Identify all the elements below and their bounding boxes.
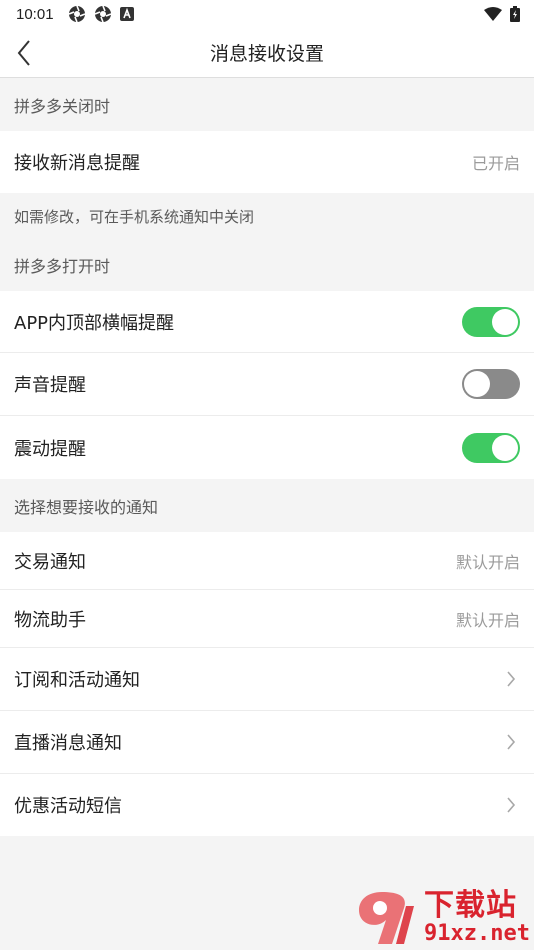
toggle-knob xyxy=(492,434,518,461)
watermark-logo-icon xyxy=(359,892,415,944)
row-trade-notify[interactable]: 交易通知 默认开启 xyxy=(0,532,534,590)
system-icons xyxy=(484,6,520,22)
row-label: 物流助手 xyxy=(14,609,86,631)
watermark: 下载站 91xz.net xyxy=(352,888,530,948)
row-label: 订阅和活动通知 xyxy=(14,670,140,691)
toggle-knob xyxy=(464,371,490,397)
row-label: 接收新消息提醒 xyxy=(14,153,140,174)
row-value: 已开启 xyxy=(471,154,520,173)
aperture-icon xyxy=(68,5,85,23)
vibration-reminder-toggle[interactable] xyxy=(462,432,520,463)
section-note: 如需修改，可在手机系统通知中关闭 xyxy=(14,207,255,226)
row-banner-reminder: APP内顶部横幅提醒 xyxy=(0,291,534,353)
section-header-closed: 拼多多关闭时 xyxy=(14,96,111,116)
wifi-icon xyxy=(484,7,502,21)
row-promo-sms[interactable]: 优惠活动短信 xyxy=(0,774,534,836)
row-subscription-notify[interactable]: 订阅和活动通知 xyxy=(0,648,534,711)
toggle-knob xyxy=(492,308,518,335)
row-label: 震动提醒 xyxy=(14,438,86,460)
row-live-notify[interactable]: 直播消息通知 xyxy=(0,711,534,774)
row-logistics-assistant[interactable]: 物流助手 默认开启 xyxy=(0,590,534,648)
battery-icon xyxy=(510,6,520,22)
watermark-text: 下载站 91xz.net xyxy=(424,890,530,946)
watermark-url: 91xz.net xyxy=(424,921,530,946)
group-closed: 接收新消息提醒 已开启 xyxy=(0,131,534,193)
chevron-right-icon xyxy=(506,733,520,751)
row-label: 直播消息通知 xyxy=(14,733,122,754)
row-label: APP内顶部横幅提醒 xyxy=(14,312,175,334)
row-label: 声音提醒 xyxy=(14,375,86,396)
row-receive-new-message[interactable]: 接收新消息提醒 已开启 xyxy=(0,131,534,193)
row-label: 交易通知 xyxy=(14,551,86,573)
row-value: 默认开启 xyxy=(455,610,520,630)
chevron-right-icon xyxy=(506,670,520,688)
chevron-right-icon xyxy=(506,796,520,814)
section-header-notify: 选择想要接收的通知 xyxy=(14,497,159,517)
app-a-icon xyxy=(119,7,134,21)
section-header-open: 拼多多打开时 xyxy=(14,257,111,276)
aperture-icon xyxy=(94,5,111,23)
group-open: APP内顶部横幅提醒 声音提醒 震动提醒 xyxy=(0,291,534,479)
watermark-brand: 下载站 xyxy=(424,888,518,923)
status-time: 10:01 xyxy=(16,5,54,23)
row-vibration-reminder: 震动提醒 xyxy=(0,416,534,479)
page-title: 消息接收设置 xyxy=(209,43,324,65)
row-label: 优惠活动短信 xyxy=(14,796,122,817)
row-sound-reminder: 声音提醒 xyxy=(0,353,534,416)
banner-reminder-toggle[interactable] xyxy=(462,306,520,337)
chevron-left-icon xyxy=(17,40,30,66)
group-notify: 交易通知 默认开启 物流助手 默认开启 订阅和活动通知 直播消息通知 优惠活动短… xyxy=(0,532,534,836)
status-bar: 10:01 xyxy=(0,0,534,28)
sound-reminder-toggle[interactable] xyxy=(462,369,520,399)
back-button[interactable] xyxy=(10,39,38,67)
nav-bar: 消息接收设置 xyxy=(0,28,534,78)
row-value: 默认开启 xyxy=(455,552,520,572)
notification-icons xyxy=(68,5,134,23)
